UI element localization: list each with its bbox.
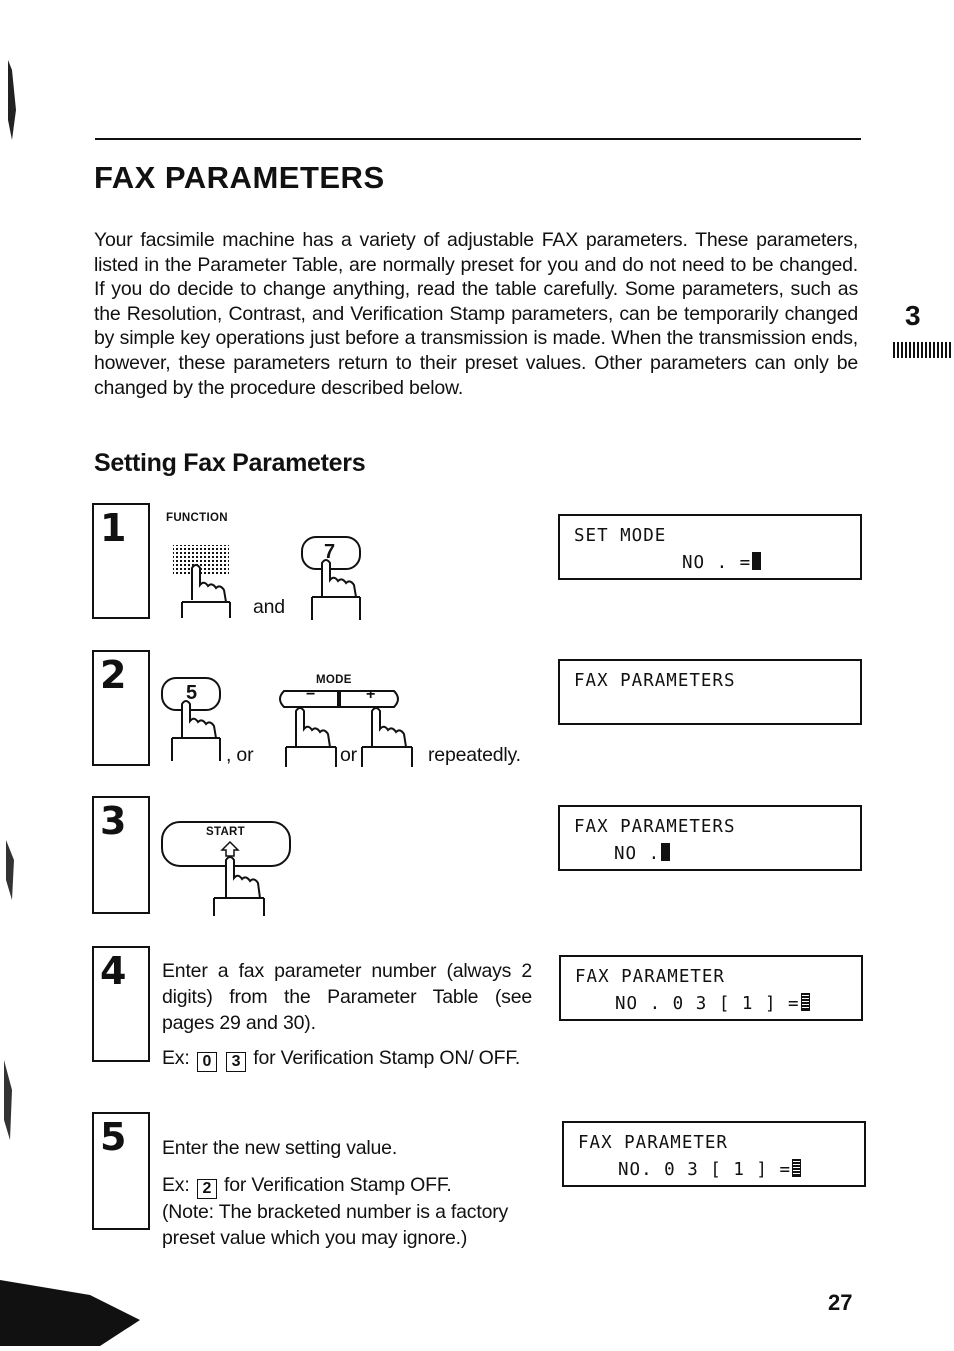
step-number: 4: [100, 949, 127, 993]
lcd-line-1: FAX PARAMETER: [575, 967, 725, 987]
lcd-display-4: FAX PARAMETER NO . 0 3 [ 1 ] =: [559, 955, 863, 1021]
step-number: 2: [100, 653, 127, 697]
lcd-display-2: FAX PARAMETERS: [558, 659, 862, 725]
lcd-line-1: FAX PARAMETERS: [574, 817, 736, 837]
start-key-label: START: [206, 826, 245, 838]
step-5-example: Ex: 2 for Verification Stamp OFF.: [162, 1172, 542, 1199]
example-description: for Verification Stamp OFF.: [224, 1174, 452, 1196]
lcd-line-2: NO . =: [682, 552, 762, 573]
key-0: 0: [196, 1052, 217, 1072]
key-digit: 7: [324, 541, 336, 563]
intro-paragraph: Your facsimile machine has a variety of …: [94, 229, 858, 399]
example-description: for Verification Stamp ON/ OFF.: [253, 1047, 521, 1069]
example-prefix: Ex:: [162, 1047, 190, 1069]
mode-minus-key-press[interactable]: −: [274, 686, 344, 774]
plus-label: +: [366, 686, 376, 703]
function-key-press[interactable]: [168, 540, 238, 630]
or-connector-1: , or: [226, 744, 254, 766]
lcd-cursor: [752, 552, 762, 570]
lcd-line-2: NO .: [614, 843, 671, 864]
mode-plus-key-icon: [339, 690, 413, 767]
key-3: 3: [226, 1052, 247, 1072]
step-4-instruction: Enter a fax parameter number (always 2 d…: [162, 960, 532, 1034]
and-connector: and: [253, 596, 285, 618]
lcd-line-2: NO . 0 3 [ 1 ] =: [615, 993, 810, 1014]
lcd-line-1: SET MODE: [574, 526, 667, 546]
lcd-cursor: [800, 993, 810, 1011]
key-digit: 5: [186, 682, 198, 704]
step-number: 1: [100, 506, 127, 550]
step-5-note: (Note: The bracketed number is a factory…: [162, 1201, 509, 1249]
mode-key-label: MODE: [316, 674, 352, 686]
function-key-icon: [173, 545, 231, 618]
lcd-line-2-text: NO . =: [682, 553, 752, 573]
key-2: 2: [196, 1179, 217, 1199]
minus-label: −: [306, 686, 316, 703]
lcd-line-2-text: NO. 0 3 [ 1 ] =: [618, 1160, 792, 1180]
lcd-cursor: [661, 843, 671, 861]
page-title: FAX PARAMETERS: [94, 160, 385, 195]
lcd-display-3: FAX PARAMETERS NO .: [558, 805, 862, 871]
digit-7-key-press[interactable]: 7: [300, 535, 370, 630]
lcd-line-1: FAX PARAMETERS: [574, 671, 736, 691]
step-3-box: 3: [92, 796, 150, 914]
digit-5-key-press[interactable]: 5: [160, 676, 230, 771]
top-rule: [95, 138, 861, 140]
lcd-line-2: NO. 0 3 [ 1 ] =: [618, 1159, 802, 1180]
step-4-box: 4: [92, 946, 150, 1062]
example-prefix: Ex:: [162, 1174, 190, 1196]
step-5-box: 5: [92, 1112, 150, 1230]
repeatedly-text: repeatedly.: [428, 744, 521, 766]
step-1-box: 1: [92, 503, 150, 619]
step-5-instruction: Enter the new setting value.: [162, 1137, 398, 1159]
step-number: 5: [100, 1115, 127, 1159]
lcd-line-1: FAX PARAMETER: [578, 1133, 728, 1153]
lcd-display-5: FAX PARAMETER NO. 0 3 [ 1 ] =: [562, 1121, 866, 1187]
scan-margin-edge: [0, 0, 140, 1346]
lcd-line-2-text: NO .: [614, 844, 661, 864]
lcd-display-1: SET MODE NO . =: [558, 514, 862, 580]
chapter-number: 3: [905, 300, 921, 331]
step-4-example: Ex: 0 3 for Verification Stamp ON/ OFF.: [162, 1045, 532, 1072]
start-key-press[interactable]: START: [160, 820, 300, 925]
lcd-cursor: [792, 1159, 802, 1177]
lcd-line-2-text: NO . 0 3 [ 1 ] =: [615, 994, 800, 1014]
mode-plus-key-press[interactable]: +: [338, 686, 418, 774]
step-number: 3: [100, 799, 127, 843]
chapter-tab-marker: [893, 342, 953, 358]
page-number: 27: [828, 1290, 853, 1315]
function-key-label: FUNCTION: [166, 512, 228, 524]
section-title: Setting Fax Parameters: [94, 449, 366, 477]
step-2-box: 2: [92, 650, 150, 766]
